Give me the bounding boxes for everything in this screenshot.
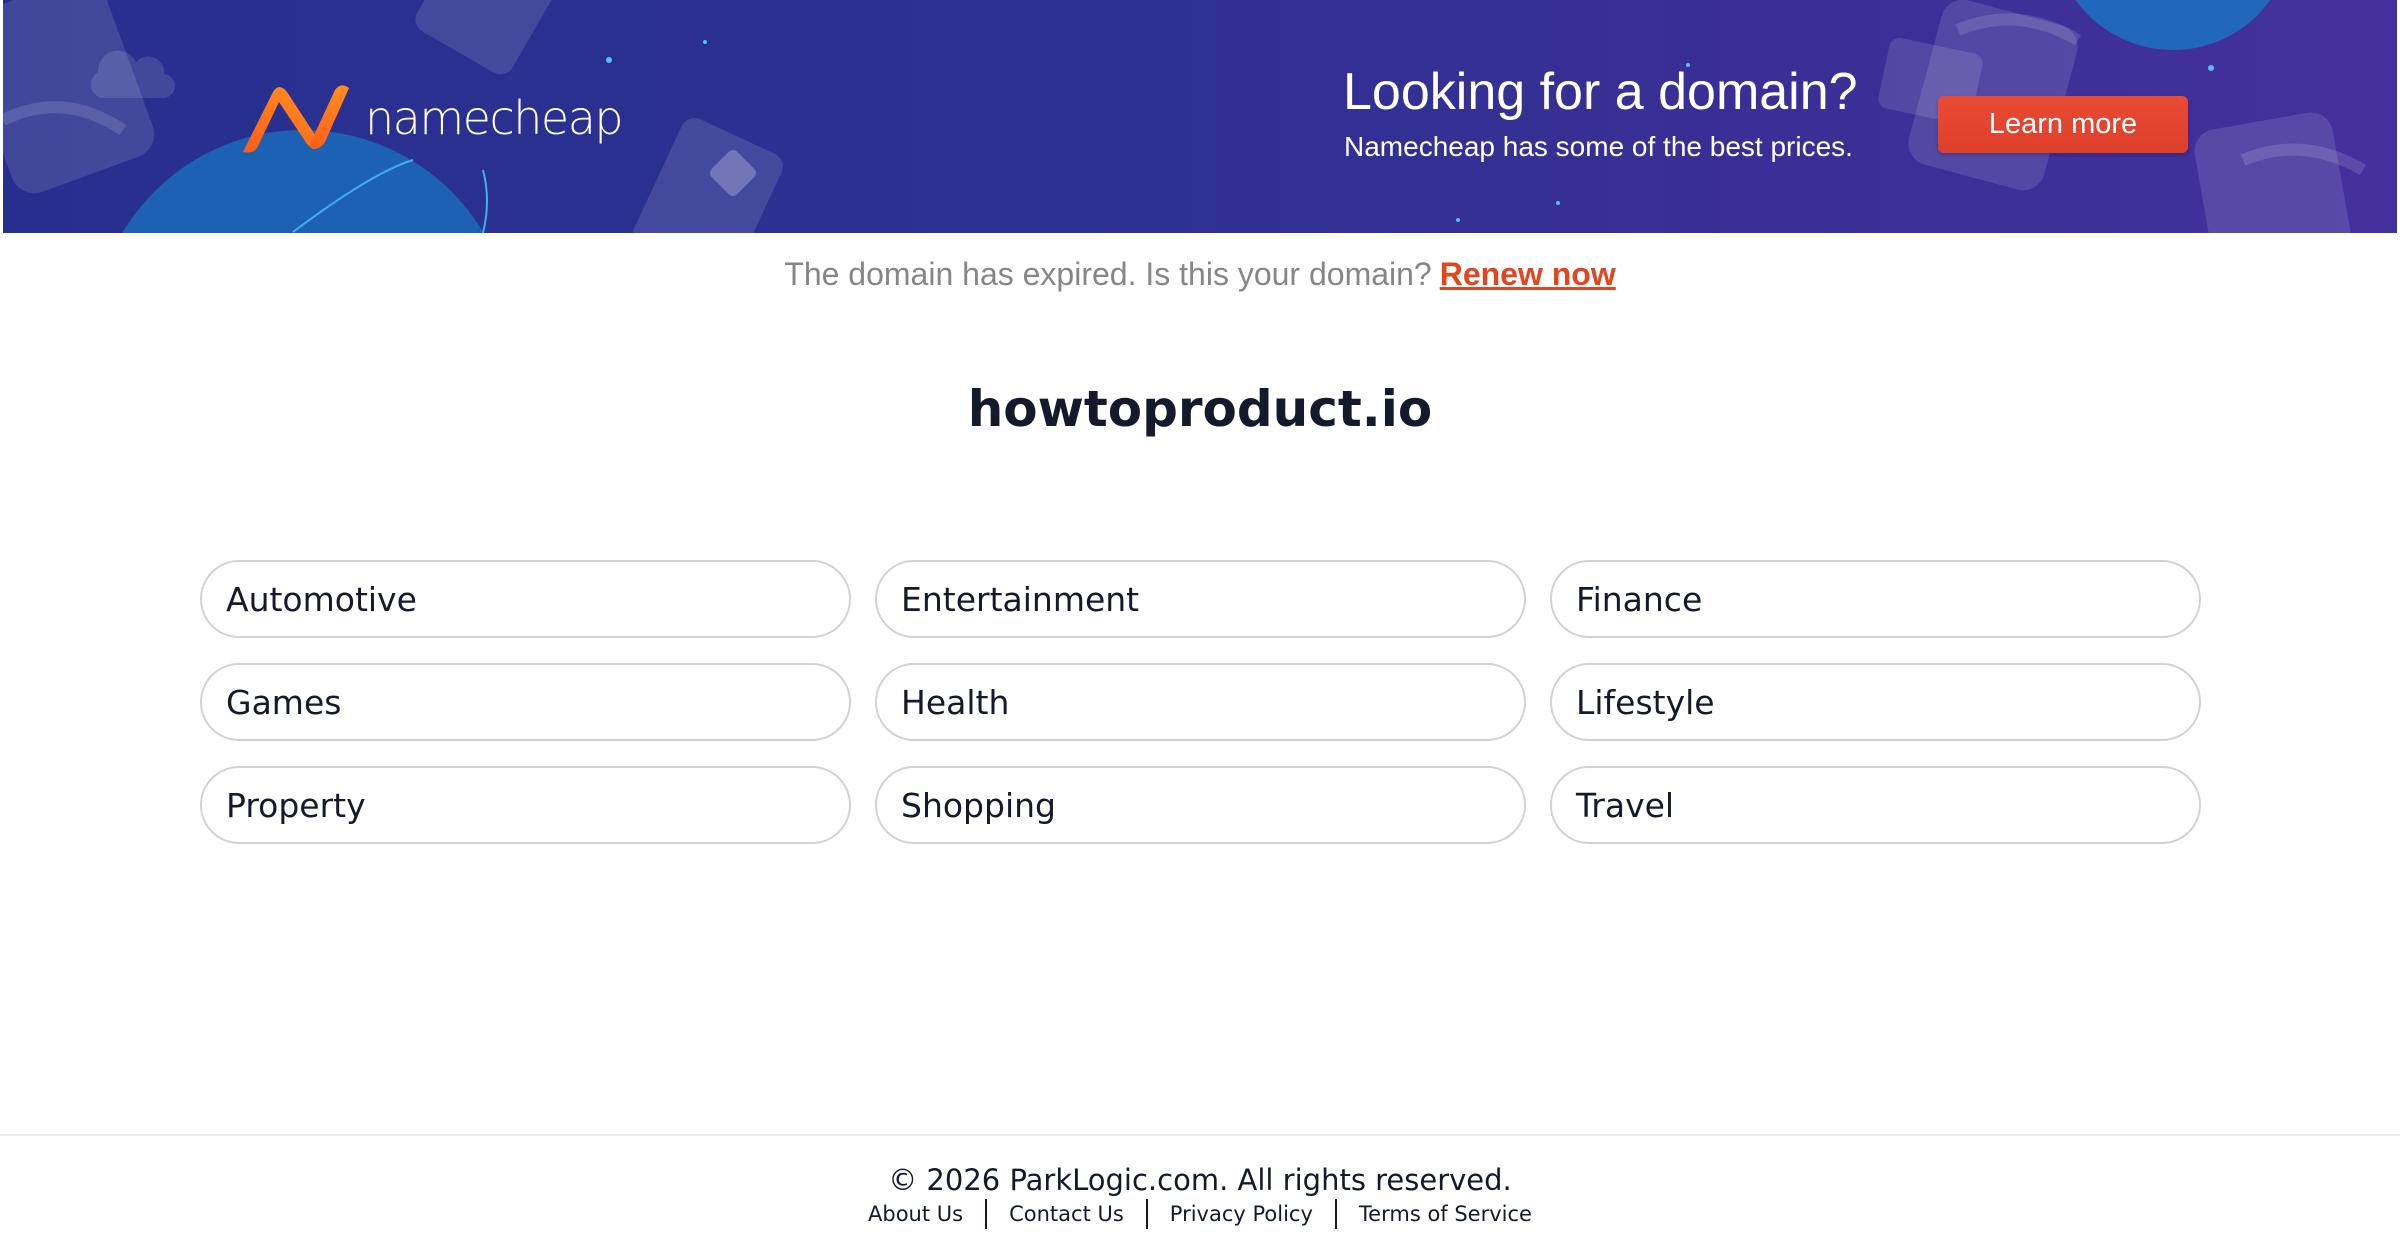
- promo-subtitle: Namecheap has some of the best prices.: [1344, 131, 1853, 162]
- category-entertainment[interactable]: Entertainment: [875, 560, 1526, 638]
- category-finance[interactable]: Finance: [1550, 560, 2201, 638]
- contact-us-link[interactable]: Contact Us: [987, 1199, 1146, 1229]
- about-us-link[interactable]: About Us: [846, 1199, 985, 1229]
- category-games[interactable]: Games: [200, 663, 851, 741]
- category-property[interactable]: Property: [200, 766, 851, 844]
- namecheap-wordmark: namecheap: [365, 91, 624, 145]
- privacy-policy-link[interactable]: Privacy Policy: [1148, 1199, 1335, 1229]
- footer-divider: [0, 1134, 2400, 1136]
- renew-now-link[interactable]: Renew now: [1440, 256, 1616, 292]
- learn-more-button[interactable]: Learn more: [1938, 96, 2188, 153]
- category-shopping[interactable]: Shopping: [875, 766, 1526, 844]
- expired-notice-text: The domain has expired. Is this your dom…: [784, 256, 1432, 292]
- domain-name-title: howtoproduct.io: [967, 380, 1433, 438]
- namecheap-ad-banner[interactable]: namecheap Looking for a domain? Namechea…: [3, 0, 2397, 233]
- namecheap-logo: namecheap: [229, 82, 624, 154]
- category-lifestyle[interactable]: Lifestyle: [1550, 663, 2201, 741]
- promo-title: Looking for a domain?: [1343, 63, 1858, 121]
- category-health[interactable]: Health: [875, 663, 1526, 741]
- terms-of-service-link[interactable]: Terms of Service: [1337, 1199, 1554, 1229]
- footer-links: About Us Contact Us Privacy Policy Terms…: [0, 1199, 2400, 1229]
- copyright-text: © 2026 ParkLogic.com. All rights reserve…: [888, 1163, 1512, 1197]
- namecheap-logo-icon: [243, 85, 349, 153]
- category-automotive[interactable]: Automotive: [200, 560, 851, 638]
- expired-notice: The domain has expired. Is this your dom…: [0, 250, 2400, 298]
- category-grid: Automotive Entertainment Finance Games H…: [200, 560, 2201, 844]
- category-travel[interactable]: Travel: [1550, 766, 2201, 844]
